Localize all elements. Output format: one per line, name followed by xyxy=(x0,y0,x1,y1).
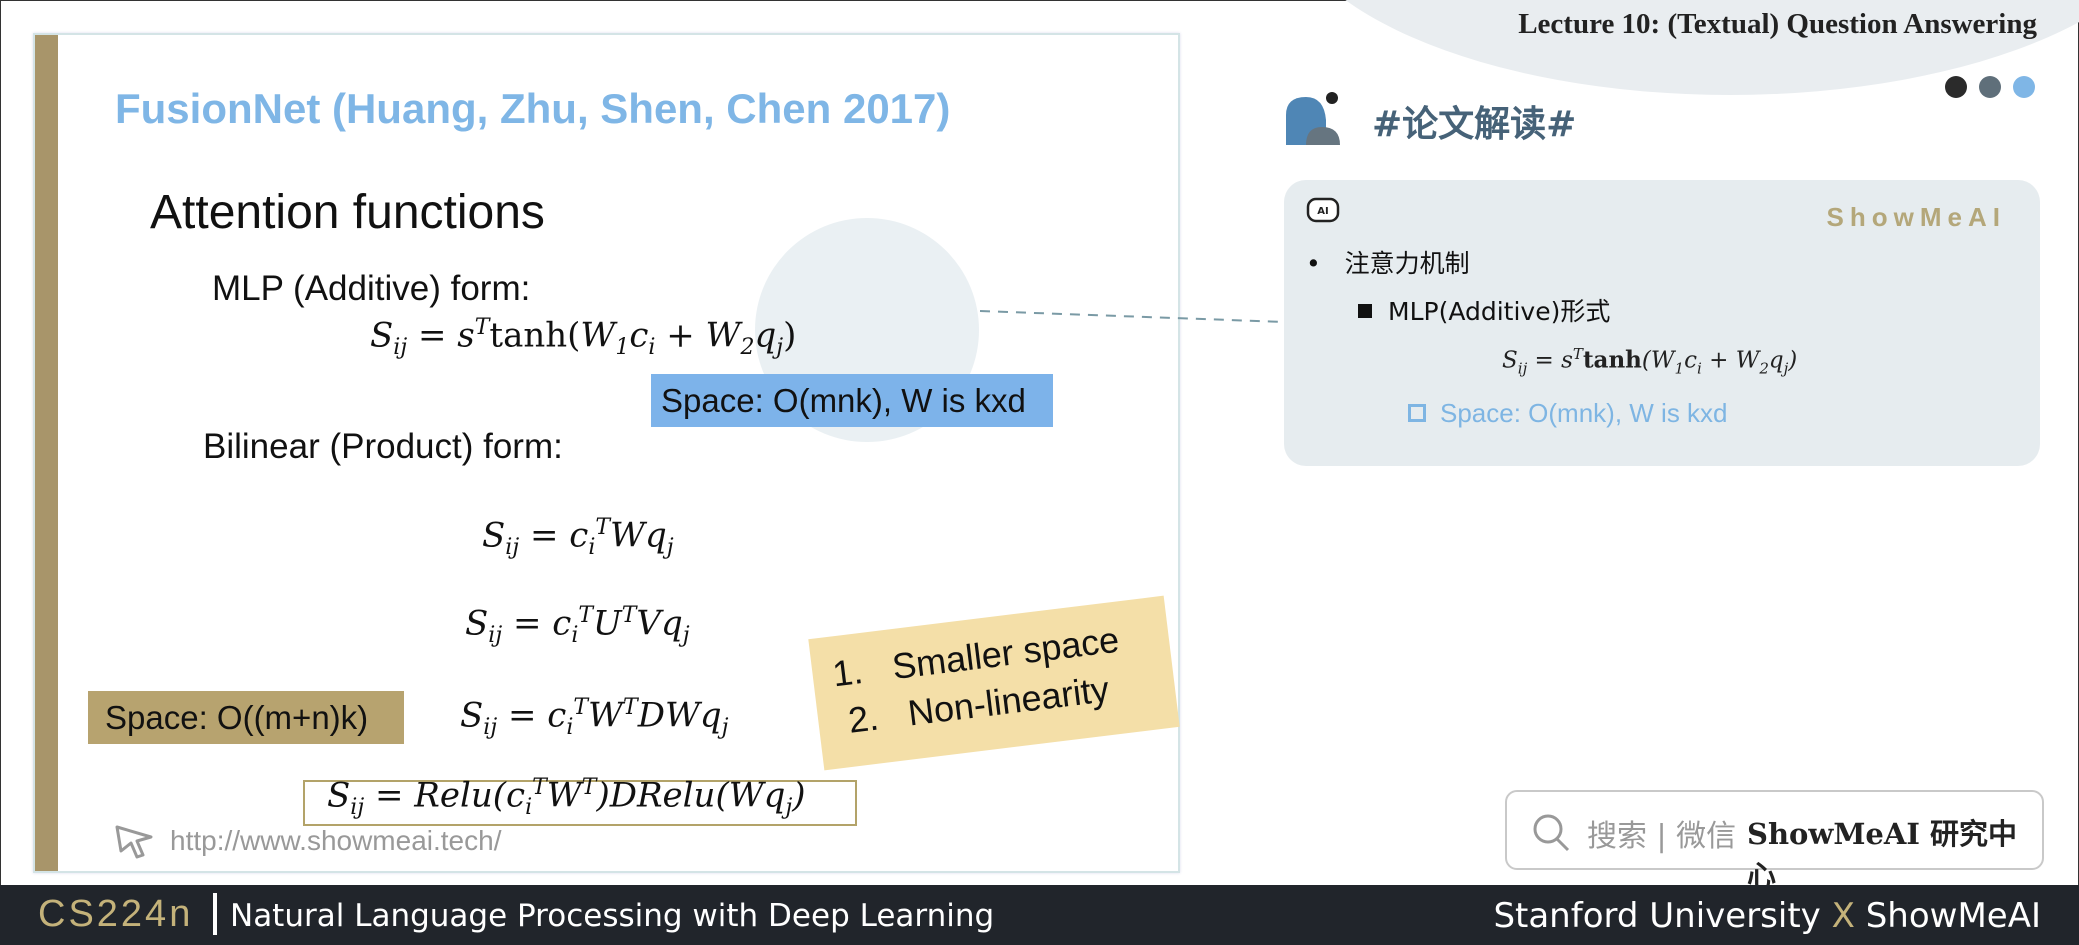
course-name: Natural Language Processing with Deep Le… xyxy=(230,898,995,934)
bullet-mlp-text: MLP(Additive)形式 xyxy=(1388,297,1611,326)
svg-text:AI: AI xyxy=(1317,206,1328,217)
bullet-attention: • 注意力机制 xyxy=(1306,249,1470,278)
bullet-attention-text: 注意力机制 xyxy=(1344,249,1470,278)
dot-2 xyxy=(1979,76,2001,98)
equation-mlp: Sij = sTtanh(W1ci + W2qj) xyxy=(370,315,797,361)
slide-title: FusionNet (Huang, Zhu, Shen, Chen 2017) xyxy=(115,85,951,132)
note-item-2-num: 2. xyxy=(846,696,881,741)
search-hint: 搜索 | 微信 xyxy=(1587,819,1737,854)
search-account-name: ShowMeAI 研究中心 xyxy=(1747,817,2018,893)
search-box[interactable]: 搜索 | 微信 ShowMeAI 研究中心 xyxy=(1505,790,2044,893)
cursor-icon xyxy=(115,825,153,859)
hollow-square-icon xyxy=(1408,404,1426,422)
course-code: CS224n xyxy=(38,893,194,935)
paper-reading-tag: #论文解读# xyxy=(1372,104,1577,145)
bullet-space: Space: O(mnk), W is kxd xyxy=(1408,398,1728,429)
mlp-form-label: MLP (Additive) form: xyxy=(212,269,531,308)
panel-equation: Sij = sTtanh(W1ci + W2qj) xyxy=(1502,345,1798,378)
slide-accent-bar xyxy=(35,35,58,871)
collab-x: X xyxy=(1831,896,1855,936)
bullet-space-text: Space: O(mnk), W is kxd xyxy=(1440,398,1728,428)
slide-heading: Attention functions xyxy=(150,186,545,239)
bullet-mlp: MLP(Additive)形式 xyxy=(1358,292,1610,328)
lecture-title: Lecture 10: (Textual) Question Answering xyxy=(1518,8,2037,40)
tag-decoration-icon xyxy=(1286,92,1340,145)
partner-name: ShowMeAI xyxy=(1865,896,2041,936)
search-icon xyxy=(1533,814,1570,852)
connector-line xyxy=(980,310,1286,323)
space-mlp-box: Space: O(mnk), W is kxd xyxy=(651,374,1053,427)
equation-bilinear-1: Sij = ciTWqj xyxy=(482,515,674,561)
footer-credit: Stanford University X ShowMeAI xyxy=(1493,896,2041,936)
equation-bilinear-3: Sij = ciTWTDWqj xyxy=(460,695,729,741)
space-bilinear-box: Space: O((m+n)k) xyxy=(88,691,404,744)
note-item-1-num: 1. xyxy=(830,650,866,695)
lecture-slide: FusionNet (Huang, Zhu, Shen, Chen 2017) … xyxy=(33,33,1180,873)
university-name: Stanford University xyxy=(1493,896,1821,936)
sticky-note: 1. Smaller space 2. Non-linearity xyxy=(808,595,1180,771)
robot-icon: AI xyxy=(1306,197,1340,223)
brand-label: ShowMeAI xyxy=(1826,202,2006,232)
bilinear-form-label: Bilinear (Product) form: xyxy=(203,427,563,466)
notes-panel: AI ShowMeAI • 注意力机制 MLP(Additive)形式 Sij … xyxy=(1284,180,2040,466)
equation-relu: Sij = Relu(ciTWT)DRelu(Wqj) xyxy=(327,775,806,821)
square-bullet-icon xyxy=(1358,304,1372,318)
website-link[interactable]: http://www.showmeai.tech/ xyxy=(170,825,501,857)
footer-divider xyxy=(213,893,217,935)
dot-3 xyxy=(2013,76,2035,98)
dot-1 xyxy=(1945,76,1967,98)
footer-bar: CS224n Natural Language Processing with … xyxy=(0,885,2079,945)
equation-bilinear-2: Sij = ciTUTVqj xyxy=(465,603,690,649)
